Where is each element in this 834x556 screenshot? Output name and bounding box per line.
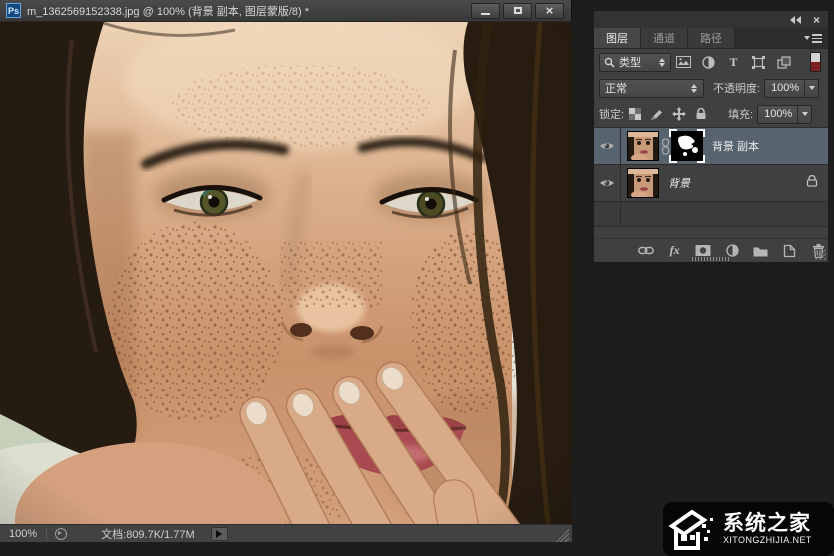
watermark-subtitle: XITONGZHIJIA.NET <box>723 535 812 546</box>
lock-row: 锁定: 填充: 100% <box>594 101 828 127</box>
panel-dock-header[interactable]: × <box>594 11 828 28</box>
new-adjustment-layer-button[interactable] <box>722 244 742 257</box>
blend-mode-value: 正常 <box>605 83 627 95</box>
opacity-value-select[interactable]: 100% <box>764 78 820 98</box>
filter-pixel-layers-icon[interactable] <box>671 56 696 68</box>
dropdown-arrow-icon[interactable] <box>804 79 818 97</box>
blend-mode-select[interactable]: 正常 <box>599 78 704 98</box>
status-bar: 100% 文档:809.7K/1.77M <box>0 524 572 542</box>
opacity-label: 不透明度: <box>713 83 761 95</box>
mask-link-icon[interactable] <box>659 137 671 155</box>
document-size-info: 文档:809.7K/1.77M <box>101 528 195 541</box>
portrait-photo <box>0 22 572 524</box>
opacity-value: 100% <box>771 82 800 94</box>
layers-panel-body: 类型 T 正常 不透明度: 100% 锁定: 填充: 100% 背景 副本 背景… <box>594 49 828 262</box>
layers-panel-dock: × 图层 通道 路径 类型 T 正常 不透明度: 100% 锁定: 填充: 10… <box>593 10 829 263</box>
photoshop-logo-icon: Ps <box>6 3 21 18</box>
filter-smart-objects-icon[interactable] <box>771 55 796 69</box>
mask-selection-bracket <box>669 155 677 163</box>
zoom-level-field[interactable]: 100% <box>0 528 46 540</box>
panel-tabbar: 图层 通道 路径 <box>594 28 828 49</box>
background-lock-icon <box>806 174 818 192</box>
panel-bottom-bar: fx <box>594 238 828 262</box>
tab-channels[interactable]: 通道 <box>641 28 688 48</box>
layer-thumbnail[interactable] <box>627 131 659 162</box>
collapse-panels-icon[interactable] <box>789 15 801 24</box>
filter-row: 类型 T <box>594 49 828 75</box>
stepper-arrows-icon <box>691 83 698 93</box>
tab-layers[interactable]: 图层 <box>594 28 641 48</box>
image-canvas[interactable] <box>0 22 572 524</box>
lock-position-icon[interactable] <box>668 107 690 121</box>
panel-close-icon[interactable]: × <box>813 14 820 26</box>
tab-paths[interactable]: 路径 <box>688 28 735 48</box>
search-icon <box>604 57 615 68</box>
stepper-arrows-icon <box>659 57 666 67</box>
lock-pixels-icon[interactable] <box>646 108 668 121</box>
layers-list: 背景 副本 背景 <box>594 127 828 227</box>
fill-label: 填充: <box>728 109 754 121</box>
mask-selection-bracket <box>669 129 677 137</box>
watermark-title: 系统之家 <box>723 511 811 535</box>
layer-thumbnail[interactable] <box>627 168 659 199</box>
filter-kind-label: 类型 <box>619 57 641 69</box>
panel-resize-handle[interactable] <box>692 257 730 261</box>
filter-shape-layers-icon[interactable] <box>746 55 771 69</box>
add-layer-mask-button[interactable] <box>693 244 713 257</box>
lock-transparency-icon[interactable] <box>624 108 646 120</box>
fill-value-select[interactable]: 100% <box>757 104 813 124</box>
mask-selection-bracket <box>697 155 705 163</box>
layer-row-background-copy[interactable]: 背景 副本 <box>594 128 828 165</box>
photoshop-app: Ps m_1362569152338.jpg @ 100% (背景 副本, 图层… <box>0 0 834 556</box>
document-titlebar[interactable]: Ps m_1362569152338.jpg @ 100% (背景 副本, 图层… <box>0 0 571 22</box>
status-options-button[interactable] <box>210 526 228 541</box>
close-button[interactable]: × <box>535 2 564 19</box>
minimize-icon <box>481 12 490 15</box>
document-window: Ps m_1362569152338.jpg @ 100% (背景 副本, 图层… <box>0 0 572 542</box>
watermark-logo-icon <box>668 509 713 550</box>
right-triangle-icon <box>216 529 223 538</box>
layer-row-background[interactable]: 背景 <box>594 165 828 202</box>
layer-mask-thumbnail[interactable] <box>669 129 705 163</box>
document-title: m_1362569152338.jpg @ 100% (背景 副本, 图层蒙版/… <box>27 5 310 18</box>
restore-icon <box>513 7 522 14</box>
layer-name[interactable]: 背景 副本 <box>712 138 759 154</box>
new-layer-button[interactable] <box>780 244 800 258</box>
eye-column-divider <box>620 128 621 226</box>
filter-toggle-switch[interactable] <box>810 52 821 72</box>
fill-value: 100% <box>764 108 793 120</box>
site-watermark: 系统之家 XITONGZHIJIA.NET <box>663 502 834 556</box>
eye-icon <box>600 143 614 149</box>
restore-button[interactable] <box>503 2 532 19</box>
filter-adjustment-layers-icon[interactable] <box>696 55 721 69</box>
window-resize-grip[interactable] <box>556 529 569 542</box>
filter-kind-select[interactable]: 类型 <box>599 52 671 72</box>
lock-all-icon[interactable] <box>690 108 712 120</box>
minimize-button[interactable] <box>471 2 500 19</box>
new-group-button[interactable] <box>751 245 771 257</box>
dropdown-arrow-icon[interactable] <box>797 105 811 123</box>
statusbar-divider <box>46 526 48 541</box>
layer-style-button[interactable]: fx <box>665 243 685 258</box>
adobe-drive-icon[interactable] <box>55 527 68 540</box>
link-layers-button[interactable] <box>636 246 656 255</box>
lock-label: 锁定: <box>599 109 625 121</box>
blend-row: 正常 不透明度: 100% <box>594 75 828 101</box>
mask-selection-bracket <box>697 129 705 137</box>
panel-menu-icon[interactable] <box>804 34 822 43</box>
filter-type-layers-icon[interactable]: T <box>721 55 746 70</box>
layer-name[interactable]: 背景 <box>668 175 690 191</box>
visibility-toggle[interactable] <box>594 165 620 201</box>
visibility-toggle[interactable] <box>594 128 620 164</box>
close-icon: × <box>545 3 554 18</box>
eye-icon <box>600 180 614 186</box>
